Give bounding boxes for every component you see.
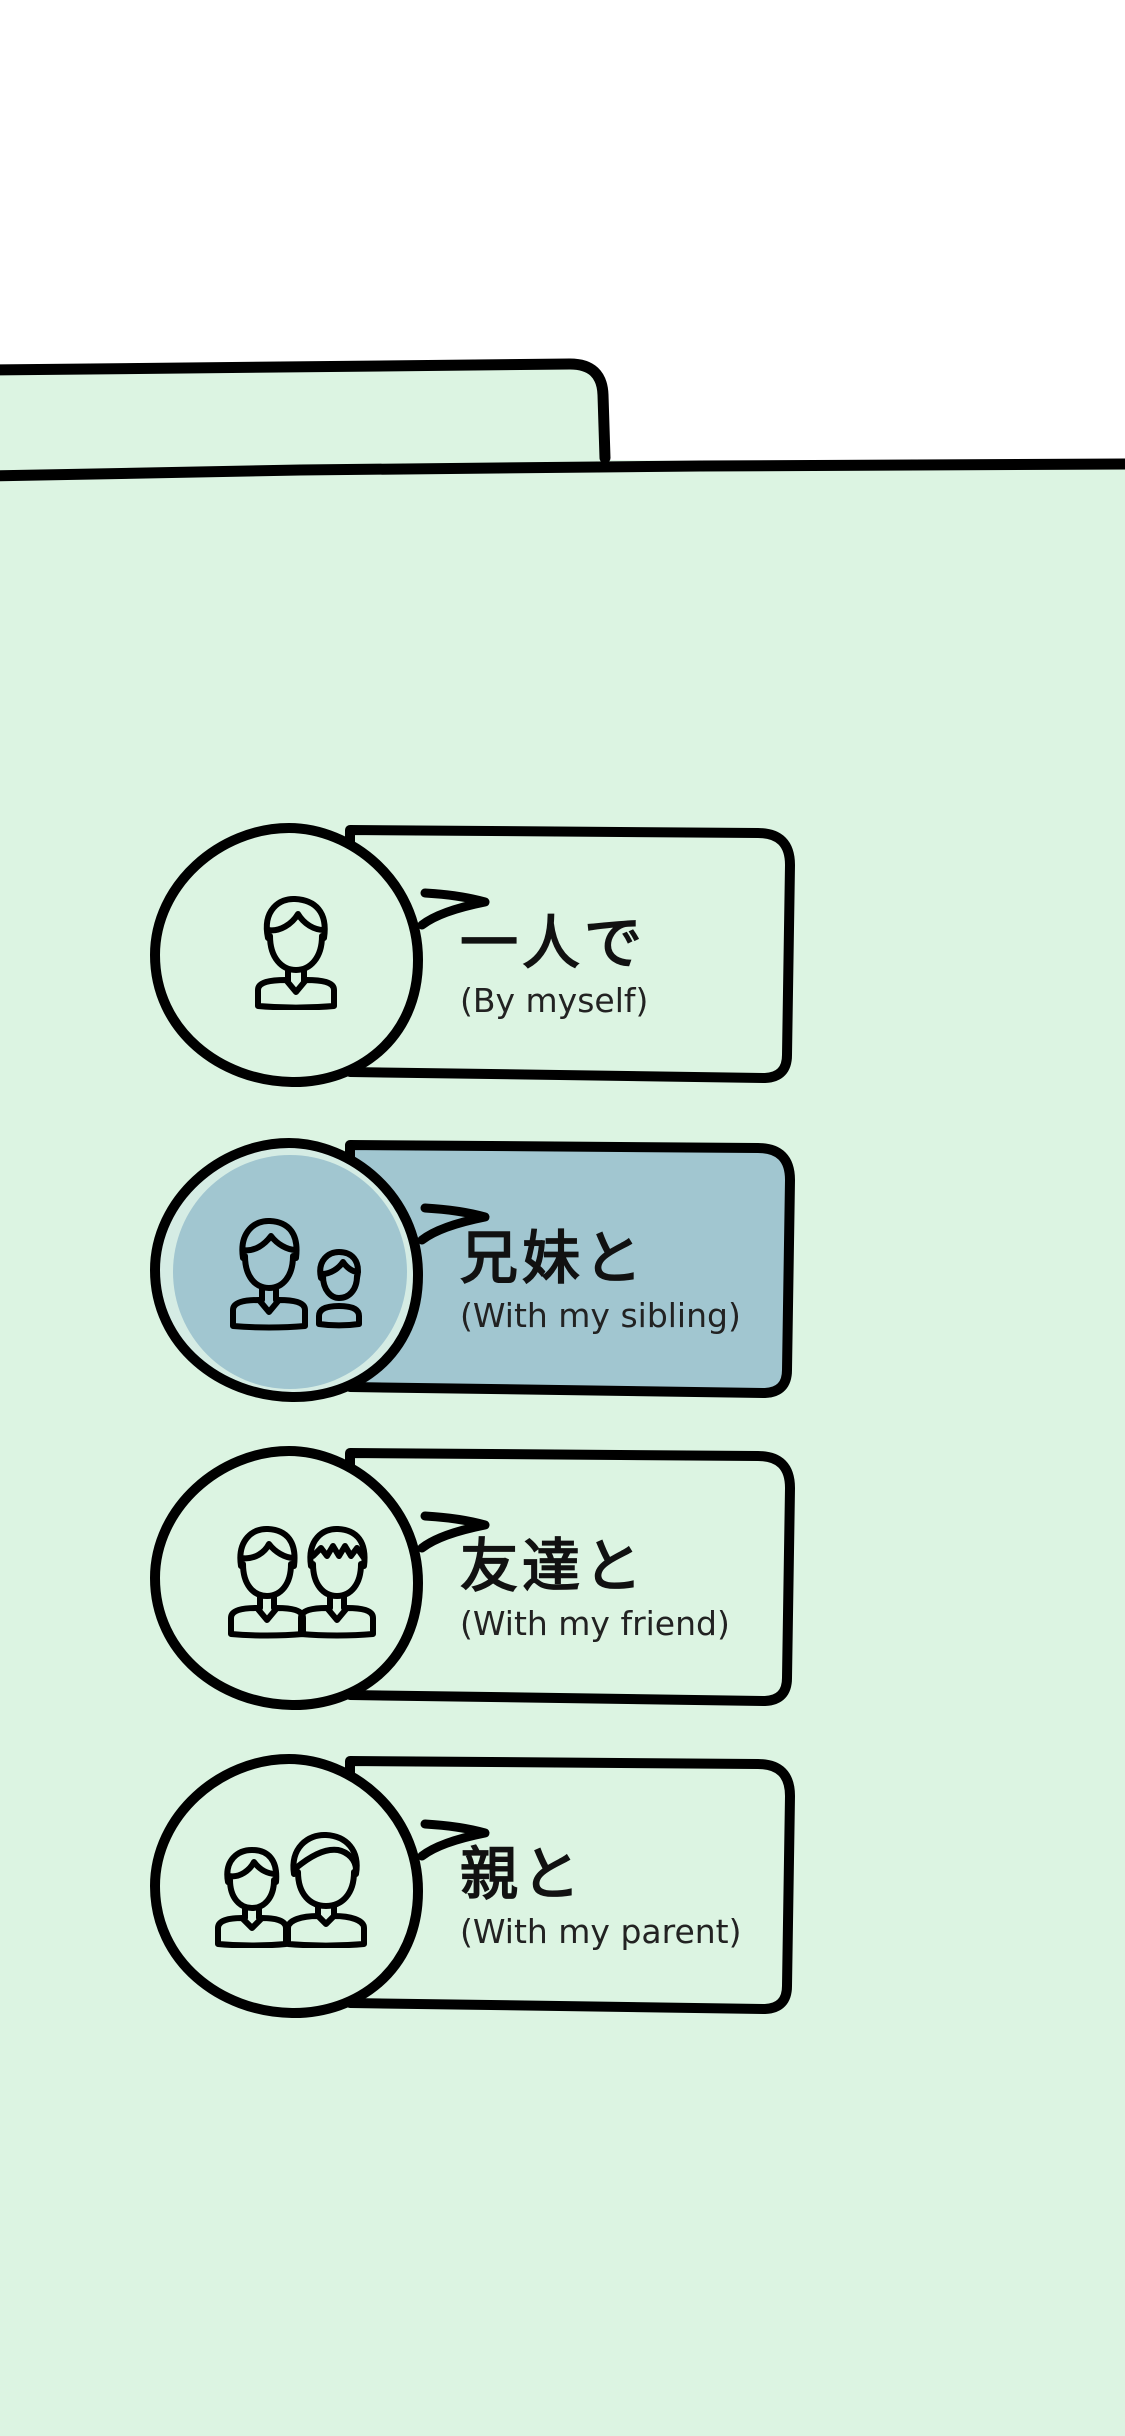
option-label-en: (With my parent) — [460, 1912, 742, 1951]
option-text: 親と (With my parent) — [460, 1842, 742, 1954]
option-text: 友達と (With my friend) — [460, 1534, 730, 1646]
option-with-friend[interactable]: 友達と (With my friend) — [140, 1438, 960, 1738]
option-with-sibling[interactable]: 兄妹と (With my sibling) — [140, 1130, 960, 1430]
option-label-en: (With my sibling) — [460, 1296, 741, 1335]
option-label-jp: 親と — [460, 1840, 585, 1908]
siblings-icon — [230, 1217, 362, 1331]
option-text: 一人で (By myself) — [460, 911, 648, 1023]
option-text: 兄妹と (With my sibling) — [460, 1226, 741, 1338]
option-label-en: (With my friend) — [460, 1604, 730, 1643]
option-by-myself[interactable]: 一人で (By myself) — [140, 815, 960, 1115]
single-person-icon — [255, 895, 337, 1010]
option-label-jp: 兄妹と — [460, 1224, 647, 1292]
parent-child-icon — [215, 1831, 367, 1948]
friends-icon — [228, 1525, 376, 1639]
option-label-jp: 一人で — [460, 909, 647, 977]
screen: 一人で (By myself) 兄妹と (With my sibling) 友達… — [0, 0, 1125, 2436]
option-label-en: (By myself) — [460, 981, 649, 1020]
option-label-jp: 友達と — [460, 1532, 647, 1600]
option-with-parent[interactable]: 親と (With my parent) — [140, 1746, 960, 2046]
